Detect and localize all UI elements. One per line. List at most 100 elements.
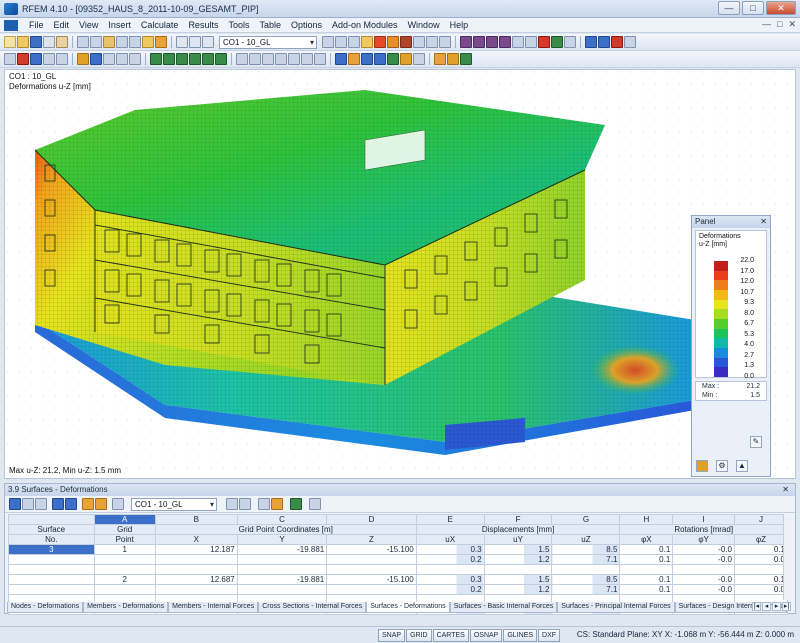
close-window-button[interactable]: ✕ <box>766 1 796 15</box>
view-y-icon[interactable] <box>473 36 485 48</box>
comment-icon[interactable] <box>249 53 261 65</box>
grid-icon[interactable] <box>314 53 326 65</box>
table-cell[interactable]: 1.5 <box>483 574 553 585</box>
table-options-icon[interactable] <box>112 498 124 510</box>
table-close-button[interactable]: ✕ <box>782 484 789 496</box>
design-icon[interactable] <box>400 53 412 65</box>
nodal-load-icon[interactable] <box>163 53 175 65</box>
table-cell[interactable]: -19.881 <box>236 544 328 555</box>
menu-insert[interactable]: Insert <box>103 20 136 30</box>
table-cell[interactable] <box>236 564 328 575</box>
node-icon[interactable] <box>30 53 42 65</box>
settings-icon[interactable] <box>460 53 472 65</box>
results-table[interactable]: A B C D E F G H I J Surface Grid Grid Po… <box>8 514 789 615</box>
solid-body-icon[interactable] <box>90 53 102 65</box>
table-tab[interactable]: Nodes - Deformations <box>7 602 84 613</box>
isometric-view-icon[interactable] <box>499 36 511 48</box>
table-tab[interactable]: Surfaces - Basic Internal Forces <box>449 602 558 613</box>
result-display-icon[interactable] <box>348 36 360 48</box>
status-toggle-snap[interactable]: SNAP <box>378 628 406 642</box>
print-report-icon[interactable] <box>56 36 68 48</box>
table-cell[interactable] <box>93 564 156 575</box>
panel-pan-icon[interactable]: ✎ <box>750 436 762 448</box>
menu-calculate[interactable]: Calculate <box>136 20 184 30</box>
table-loadcase-select[interactable]: CO1 - 10_GL <box>131 497 217 511</box>
guide-line-icon[interactable] <box>262 53 274 65</box>
table-cell[interactable]: 0.1 <box>733 544 789 555</box>
table-scrollbar[interactable] <box>783 514 793 600</box>
table-highlight-icon[interactable] <box>271 498 283 510</box>
doc-restore-button[interactable]: □ <box>777 19 782 30</box>
table-select-icon[interactable] <box>258 498 270 510</box>
panel-colors-icon[interactable] <box>696 460 708 472</box>
show-results-icon[interactable] <box>374 36 386 48</box>
free-load-icon[interactable] <box>202 53 214 65</box>
animation-icon[interactable] <box>400 36 412 48</box>
printout-report-icon[interactable] <box>447 53 459 65</box>
table-cell[interactable] <box>236 554 328 565</box>
print-icon[interactable] <box>43 36 55 48</box>
table-row[interactable]: 2 12.687 -19.881 -15.100 0.3 1.5 8.5 0.1 -0.0 0.1 <box>8 574 789 585</box>
paste-icon[interactable] <box>103 36 115 48</box>
first-tab-button[interactable]: |◂ <box>752 602 761 611</box>
panel-close-button[interactable]: ✕ <box>760 216 767 228</box>
render-icon[interactable] <box>585 36 597 48</box>
table-edit-icon[interactable] <box>9 498 21 510</box>
table-cell[interactable]: 2 <box>93 574 156 585</box>
menu-options[interactable]: Options <box>286 20 327 30</box>
pen-icon[interactable] <box>17 53 29 65</box>
table-results-icon[interactable] <box>65 498 77 510</box>
table-cell[interactable]: -19.881 <box>236 574 328 585</box>
display-icon[interactable] <box>202 36 214 48</box>
results-on-icon[interactable] <box>361 36 373 48</box>
table-tab[interactable]: Cross Sections - Internal Forces <box>258 602 367 613</box>
table-cell[interactable]: 0.1 <box>619 554 674 565</box>
table-row[interactable]: 0.2 1.2 7.1 0.1 -0.0 0.0 <box>8 554 789 565</box>
table-cell[interactable]: -0.0 <box>672 554 735 565</box>
next-tab-button[interactable]: ▸ <box>772 602 781 611</box>
table-row[interactable]: 0.2 1.2 7.1 0.1 -0.0 0.0 <box>8 584 789 595</box>
calculate-icon[interactable] <box>335 53 347 65</box>
table-cell[interactable]: -0.0 <box>672 574 735 585</box>
table-cell[interactable]: 1.2 <box>483 554 553 565</box>
menu-window[interactable]: Window <box>403 20 445 30</box>
menu-edit[interactable]: Edit <box>49 20 75 30</box>
table-cell[interactable]: 7.1 <box>551 554 621 565</box>
results-icon[interactable] <box>348 53 360 65</box>
table-row[interactable] <box>8 564 789 575</box>
table-cell[interactable] <box>619 564 674 575</box>
new-file-icon[interactable] <box>4 36 16 48</box>
line-icon[interactable] <box>43 53 55 65</box>
document-icon[interactable] <box>4 19 18 31</box>
table-tab[interactable]: Members - Deformations <box>83 602 169 613</box>
status-toggle-osnap[interactable]: OSNAP <box>469 628 503 642</box>
table-cell[interactable] <box>8 564 95 575</box>
last-tab-button[interactable]: ▸| <box>782 602 791 611</box>
smooth-icon[interactable] <box>439 36 451 48</box>
menu-view[interactable]: View <box>74 20 103 30</box>
status-toggle-cartes[interactable]: CARTES <box>432 628 469 642</box>
table-excel-icon[interactable] <box>290 498 302 510</box>
table-cell[interactable] <box>326 584 417 595</box>
table-icon[interactable] <box>176 36 188 48</box>
table-cell[interactable]: 1.5 <box>483 544 553 555</box>
panel-settings-icon[interactable]: ⚙ <box>716 460 728 472</box>
table-cell[interactable]: 3 <box>8 544 95 555</box>
table-cell[interactable]: 1.2 <box>483 584 553 595</box>
table-cell[interactable]: 1 <box>93 544 156 555</box>
loadcase-select[interactable]: CO1 - 10_GL <box>219 35 317 49</box>
table-cell[interactable]: 0.1 <box>619 544 674 555</box>
surface-icon[interactable] <box>77 53 89 65</box>
rfem-app-icon[interactable] <box>4 2 18 15</box>
table-cell[interactable]: 0.3 <box>415 574 485 585</box>
menu-help[interactable]: Help <box>445 20 474 30</box>
table-prev-icon[interactable] <box>226 498 238 510</box>
member-load-icon[interactable] <box>176 53 188 65</box>
table-cell[interactable] <box>93 584 156 595</box>
open-folder-icon[interactable] <box>17 36 29 48</box>
color-scale[interactable] <box>714 261 728 377</box>
table-cell[interactable] <box>326 564 417 575</box>
table-cell[interactable] <box>154 554 238 565</box>
table-cell[interactable] <box>733 564 789 575</box>
table-cell[interactable]: 8.5 <box>551 544 621 555</box>
